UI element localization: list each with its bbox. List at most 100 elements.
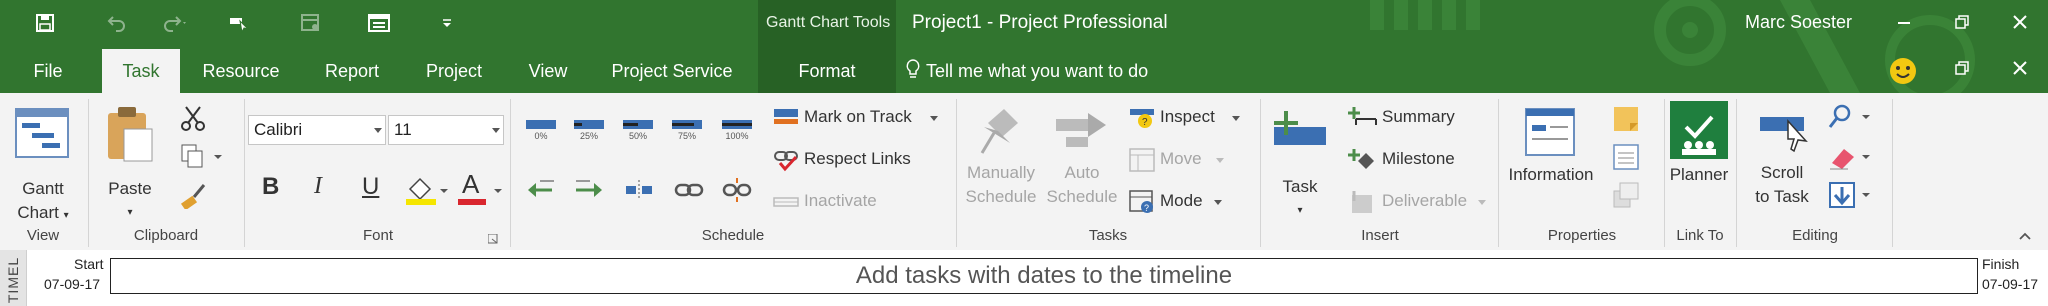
group-label-schedule: Schedule (701, 227, 765, 244)
scroll-to-task-qat-icon[interactable] (222, 8, 256, 38)
planner-icon[interactable] (1670, 101, 1728, 159)
planner-button[interactable]: Planner (1664, 163, 1734, 187)
gantt-chart-button[interactable]: Gantt Chart ▾ (6, 177, 80, 228)
paste-icon[interactable] (100, 103, 156, 165)
inspect-icon: ? (1128, 105, 1158, 131)
user-name[interactable]: Marc Soester (1745, 12, 1852, 33)
tab-task[interactable]: Task (102, 49, 180, 93)
format-painter-icon[interactable] (180, 183, 206, 211)
timeline-start-date: 07-09-17 (44, 276, 101, 292)
group-label-font: Font (362, 227, 393, 244)
manually-schedule-icon[interactable] (968, 103, 1024, 159)
insert-task-button[interactable]: Task ▾ (1264, 175, 1336, 223)
percent-75-icon[interactable] (672, 120, 702, 129)
tab-resource[interactable]: Resource (196, 49, 286, 93)
manually-schedule-button[interactable]: Manually Schedule (962, 161, 1040, 209)
tab-view[interactable]: View (518, 49, 578, 93)
chevron-down-icon[interactable] (1232, 116, 1240, 121)
ribbon-restore-icon[interactable] (1942, 54, 1982, 82)
smiley-feedback-icon[interactable] (1888, 56, 1918, 86)
group-separator (1498, 99, 1499, 247)
ribbon: Gantt Chart ▾ View Paste ▾ Clipboard Cal… (0, 93, 2048, 251)
percent-100-icon[interactable] (722, 120, 752, 129)
mode-icon: ? (1128, 189, 1158, 215)
information-icon[interactable] (1524, 107, 1576, 157)
paste-button[interactable]: Paste ▾ (96, 177, 164, 225)
tell-me-box[interactable]: Tell me what you want to do (906, 59, 1148, 84)
insert-task-icon[interactable] (1272, 107, 1328, 153)
gantt-chart-icon[interactable] (12, 105, 72, 161)
undo-icon[interactable] (100, 8, 134, 38)
svg-text:?: ? (1144, 203, 1149, 213)
fill-icon[interactable] (1826, 181, 1876, 209)
split-task-icon[interactable] (624, 177, 654, 203)
collapse-ribbon-icon[interactable] (2018, 229, 2032, 241)
cut-icon[interactable] (180, 105, 206, 131)
scroll-to-task-button[interactable]: Scroll to Task (1742, 161, 1822, 209)
move-button[interactable]: Move (1160, 149, 1202, 169)
calendar-qat-icon[interactable] (294, 8, 328, 38)
indent-icon[interactable] (574, 177, 604, 203)
timeline-finish-date: 07-09-17 (1982, 276, 2039, 292)
bold-button[interactable]: B (262, 173, 279, 201)
font-color-button[interactable]: A (458, 169, 504, 207)
add-to-timeline-icon[interactable] (1612, 181, 1640, 209)
font-size-select[interactable]: 11 (388, 115, 504, 145)
minimize-icon[interactable] (1884, 8, 1924, 36)
font-name-select[interactable]: Calibri (248, 115, 386, 145)
lightbulb-icon (906, 59, 920, 84)
percent-50-icon[interactable] (623, 120, 653, 129)
customize-qat-icon[interactable] (430, 8, 464, 38)
underline-button[interactable]: U (362, 173, 379, 201)
group-separator (244, 99, 245, 247)
unlink-tasks-icon[interactable] (722, 177, 752, 203)
chevron-down-icon[interactable] (930, 116, 938, 121)
inspect-button[interactable]: Inspect (1160, 107, 1215, 127)
auto-schedule-button[interactable]: Auto Schedule (1040, 161, 1124, 209)
redo-icon[interactable] (158, 8, 192, 38)
information-button[interactable]: Information (1500, 163, 1602, 187)
close-icon[interactable] (2000, 8, 2040, 36)
deliverable-button[interactable]: Deliverable (1382, 191, 1467, 211)
tab-report[interactable]: Report (314, 49, 390, 93)
inactivate-button[interactable]: Inactivate (804, 191, 877, 211)
save-icon[interactable] (28, 8, 62, 38)
font-color-icon (458, 189, 502, 205)
mode-button[interactable]: Mode (1160, 191, 1203, 211)
respect-links-button[interactable]: Respect Links (804, 149, 911, 169)
summary-icon (1348, 105, 1378, 131)
timeline-start-label: Start (74, 256, 104, 272)
table-view-qat-icon[interactable] (362, 8, 396, 38)
italic-button[interactable]: I (314, 173, 322, 200)
tab-project-service[interactable]: Project Service (602, 49, 742, 93)
outdent-icon[interactable] (526, 177, 556, 203)
mark-on-track-button[interactable]: Mark on Track (804, 107, 912, 127)
clear-icon[interactable] (1826, 143, 1876, 171)
summary-button[interactable]: Summary (1382, 107, 1455, 127)
tab-file[interactable]: File (12, 49, 84, 93)
restore-icon[interactable] (1942, 8, 1982, 36)
tab-project[interactable]: Project (414, 49, 494, 93)
chevron-down-icon (374, 128, 382, 133)
tab-format[interactable]: Format (758, 49, 896, 93)
font-dialog-launcher-icon[interactable] (487, 231, 498, 244)
ribbon-close-icon[interactable] (2000, 54, 2040, 82)
timeline-bar[interactable]: Add tasks with dates to the timeline (110, 258, 1978, 294)
chevron-down-icon (1216, 158, 1224, 163)
percent-25-icon[interactable] (574, 120, 604, 129)
scroll-to-task-icon[interactable] (1758, 107, 1814, 157)
timeline-side-tab[interactable]: TIMEL (0, 250, 27, 306)
chevron-down-icon[interactable] (1214, 200, 1222, 205)
find-icon[interactable] (1826, 103, 1876, 131)
background-color-icon[interactable] (404, 173, 450, 207)
milestone-button[interactable]: Milestone (1382, 149, 1455, 169)
notes-icon[interactable] (1612, 105, 1640, 133)
group-separator (510, 99, 511, 247)
link-tasks-icon[interactable] (674, 177, 704, 203)
percent-0-icon[interactable] (526, 120, 556, 129)
copy-icon[interactable] (180, 143, 224, 169)
mark-on-track-icon (772, 105, 800, 131)
details-icon[interactable] (1612, 143, 1640, 171)
auto-schedule-icon[interactable] (1052, 103, 1110, 159)
milestone-icon (1348, 147, 1378, 173)
